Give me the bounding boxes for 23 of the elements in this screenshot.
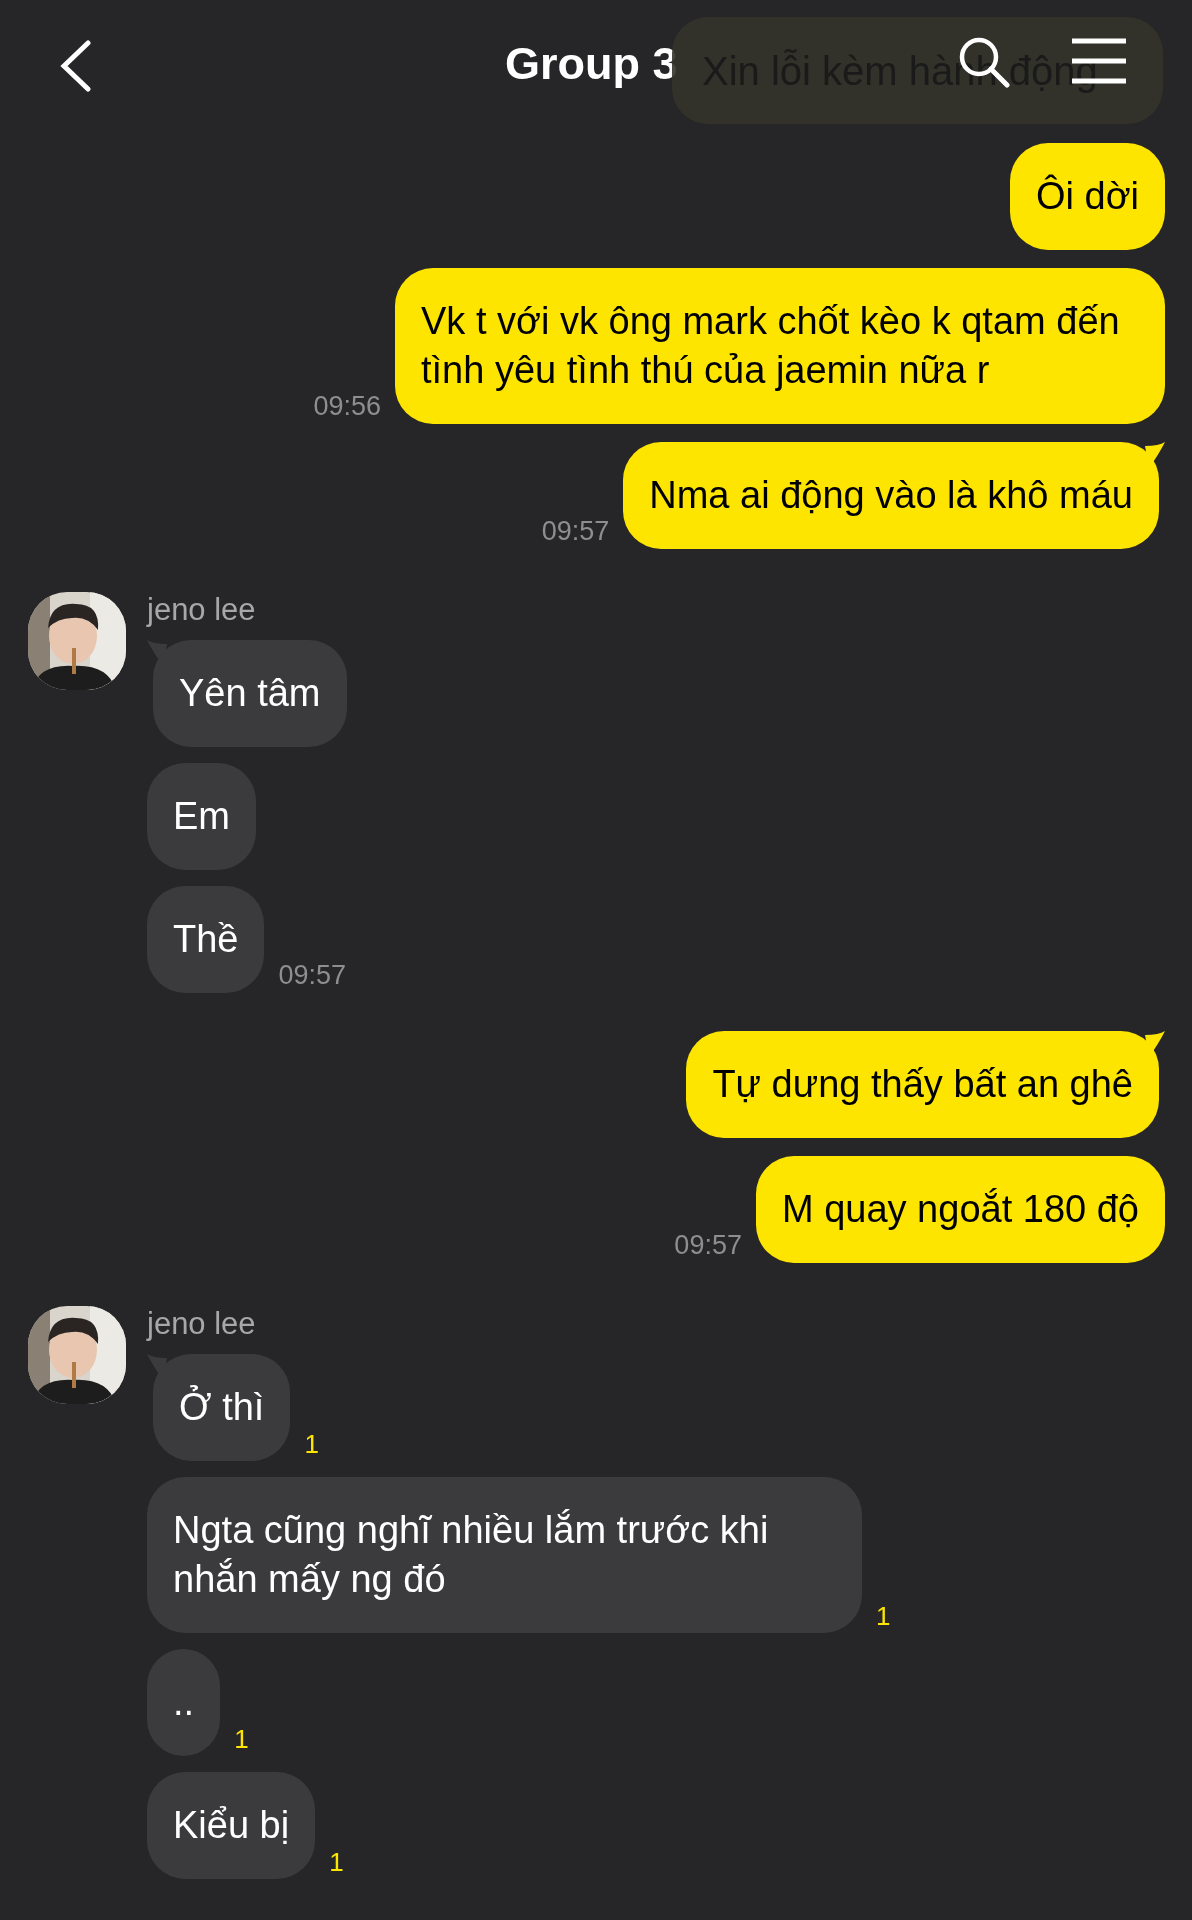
- message-bubble: Thề: [147, 886, 265, 993]
- unread-count: 1: [876, 1601, 891, 1631]
- back-icon[interactable]: [58, 40, 92, 92]
- message-bubble: Vk t với vk ông mark chốt kèo k qtam đến tình yêu tình thú của jaemin nữa r: [395, 268, 1165, 424]
- message-bubble: Ngta cũng nghĩ nhiều lắm trước khi nhắn mấy ng đó: [147, 1477, 862, 1633]
- unread-count: 1: [329, 1847, 344, 1877]
- unread-count: 1: [234, 1724, 249, 1754]
- message-time: 09:57: [541, 515, 610, 547]
- sender-name: jeno lee: [147, 592, 256, 628]
- message-time: 09:57: [278, 959, 347, 991]
- message-time: 09:57: [674, 1229, 742, 1261]
- sender-name: jeno lee: [147, 1306, 256, 1342]
- message-bubble: Em: [147, 763, 256, 870]
- unread-count: 1: [304, 1429, 319, 1459]
- message-bubble: M quay ngoắt 180 độ: [755, 1156, 1165, 1263]
- message-bubble: Ôi dời: [1009, 143, 1165, 250]
- message-bubble: Kiểu bị: [147, 1772, 316, 1879]
- message-bubble: Nma ai động vào là khô máu: [623, 442, 1159, 549]
- message-time: 09:56: [313, 390, 381, 422]
- message-bubble: Tự dưng thấy bất an ghê: [686, 1031, 1159, 1138]
- message-bubble: Ở thì: [153, 1354, 291, 1461]
- message-bubble: Yên tâm: [153, 640, 347, 747]
- message-bubble: ..: [147, 1649, 221, 1756]
